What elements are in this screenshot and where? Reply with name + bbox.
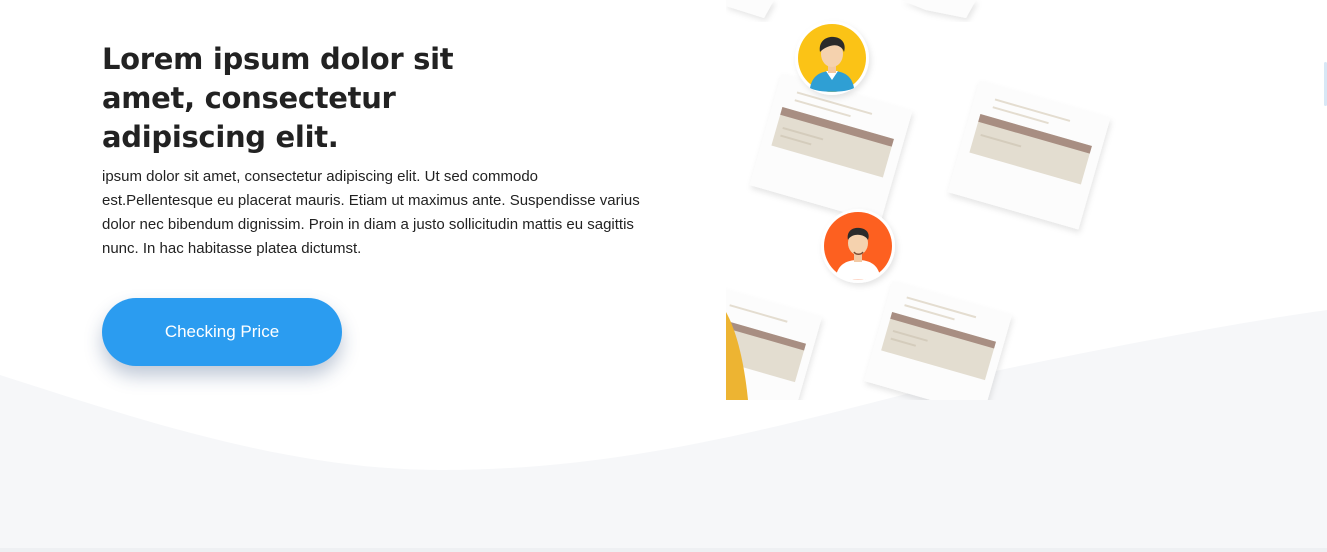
document-icon bbox=[947, 80, 1111, 230]
document-icon bbox=[864, 280, 1012, 400]
document-icon bbox=[726, 0, 774, 18]
document-icon bbox=[749, 73, 913, 223]
checking-price-button[interactable]: Checking Price bbox=[102, 298, 342, 366]
hero-content: Lorem ipsum dolor sit amet, consectetur … bbox=[102, 40, 662, 261]
hero-title: Lorem ipsum dolor sit amet, consectetur … bbox=[102, 42, 454, 154]
document-icon bbox=[901, 0, 976, 18]
hero-description: ipsum dolor sit amet, consectetur adipis… bbox=[102, 168, 640, 257]
documents-illustration bbox=[726, 0, 1111, 400]
person-avatar-icon bbox=[821, 209, 895, 283]
person-avatar-icon bbox=[795, 21, 869, 95]
